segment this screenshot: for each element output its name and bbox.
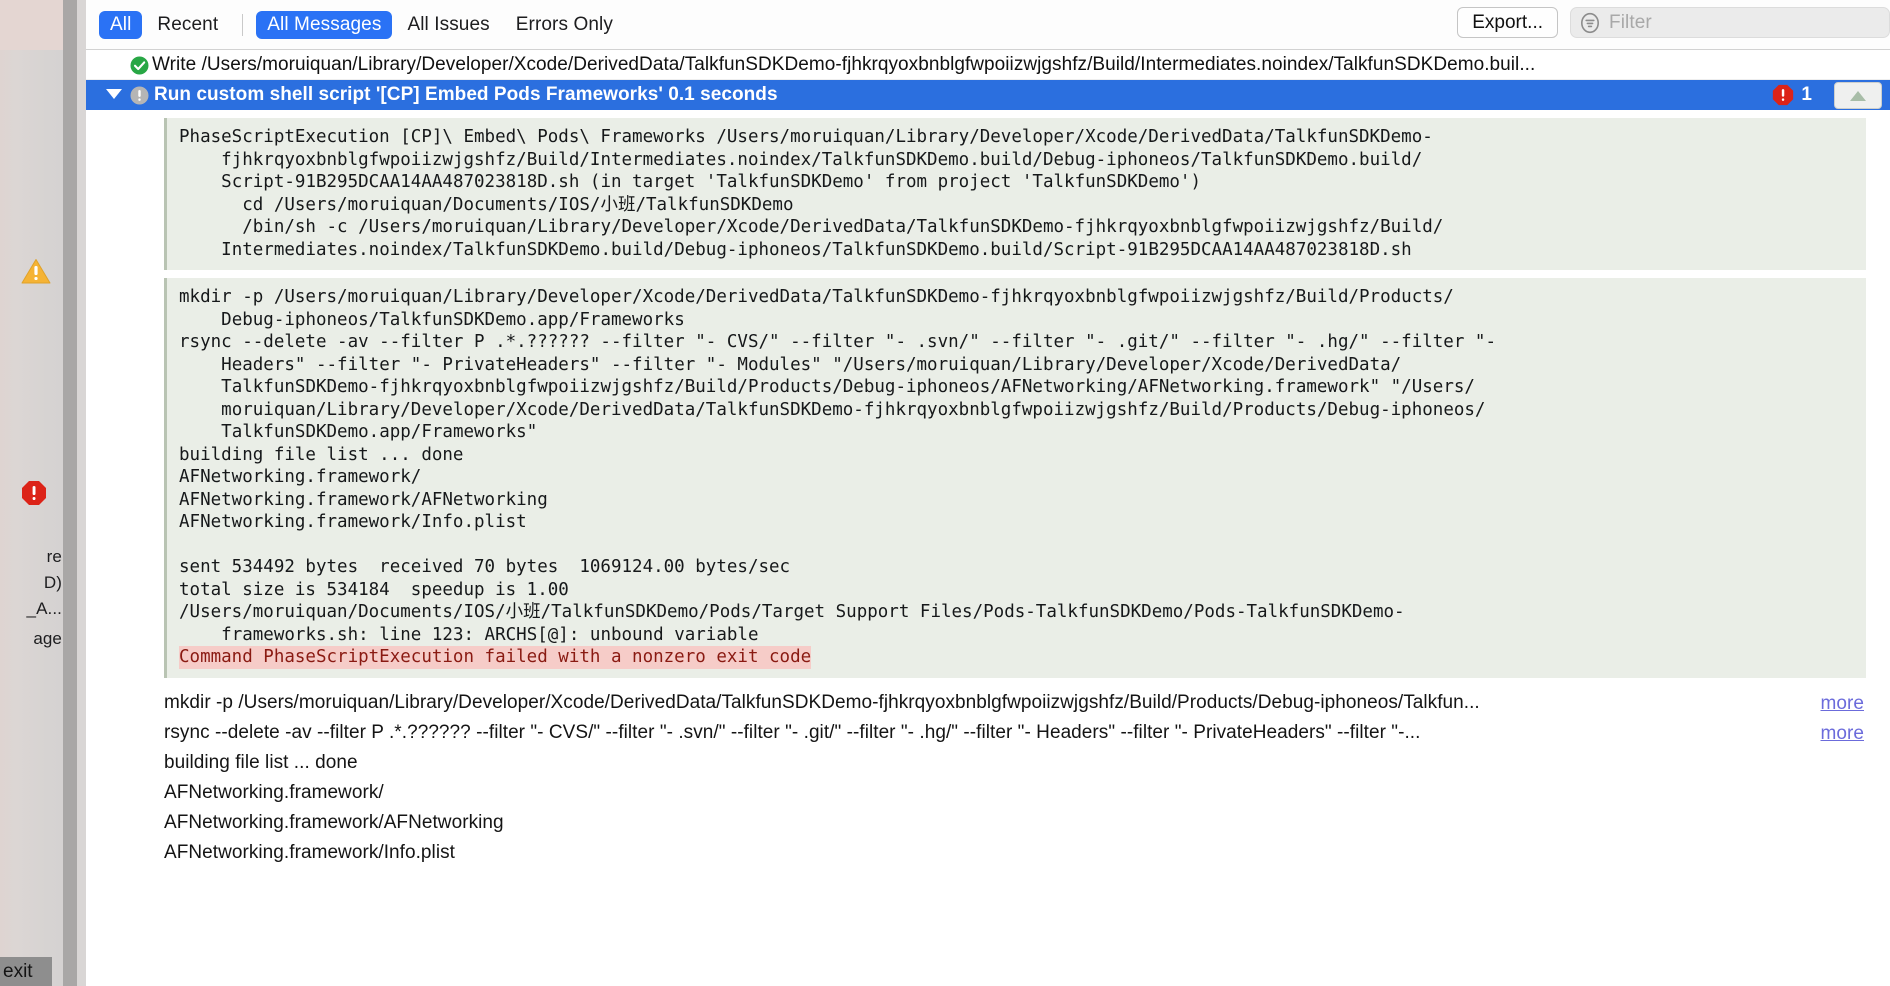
adjacent-pane-gutter: re D) _A... age exit <box>0 0 86 986</box>
disclosure-triangle-down-icon[interactable] <box>106 89 122 99</box>
gutter-clipped-line: age <box>33 629 62 648</box>
filter-tab-all[interactable]: All <box>99 10 143 39</box>
error-count-badge: 1 <box>1772 84 1812 106</box>
gutter-clipped-line: _A... <box>26 599 62 618</box>
warning-triangle-icon[interactable] <box>21 258 51 290</box>
export-button[interactable]: Export... <box>1457 7 1558 38</box>
console-error-line: Command PhaseScriptExecution failed with… <box>179 646 812 669</box>
console-output-block-2-text: mkdir -p /Users/moruiquan/Library/Develo… <box>179 287 1496 645</box>
log-row-write-text: Write /Users/moruiquan/Library/Developer… <box>152 53 1536 75</box>
gutter-scrollbar-thumb[interactable] <box>63 0 77 986</box>
filter-tab-all-issues[interactable]: All Issues <box>396 11 500 39</box>
log-row-script-text: Run custom shell script '[CP] Embed Pods… <box>154 84 778 105</box>
gutter-clipped-line: re <box>46 547 62 566</box>
plain-log-rows: mkdir -p /Users/moruiquan/Library/Develo… <box>86 688 1890 868</box>
plain-log-row-text: AFNetworking.framework/Info.plist <box>164 841 455 863</box>
error-octagon-icon <box>1773 84 1794 106</box>
plain-log-row-text: AFNetworking.framework/AFNetworking <box>164 811 504 833</box>
triangle-up-icon <box>1850 90 1866 101</box>
filter-tab-all-messages[interactable]: All Messages <box>256 10 393 39</box>
plain-log-row-text: rsync --delete -av --filter P .*.?????? … <box>164 721 1421 743</box>
console-output-block-2: mkdir -p /Users/moruiquan/Library/Develo… <box>164 278 1866 678</box>
more-link[interactable]: more <box>1821 693 1865 715</box>
plain-log-row[interactable]: rsync --delete -av --filter P .*.?????? … <box>164 718 1874 748</box>
error-octagon-icon[interactable] <box>21 480 47 511</box>
log-row-run-custom-shell-script[interactable]: Run custom shell script '[CP] Embed Pods… <box>86 80 1890 110</box>
plain-log-row[interactable]: AFNetworking.framework/ <box>164 778 1874 808</box>
plain-log-row-text: building file list ... done <box>164 751 358 773</box>
log-row-write[interactable]: Write /Users/moruiquan/Library/Developer… <box>86 50 1890 80</box>
success-check-icon <box>130 56 149 79</box>
console-output-block-1: PhaseScriptExecution [CP]\ Embed\ Pods\ … <box>164 118 1866 270</box>
gutter-clipped-line: D) <box>43 573 62 592</box>
plain-log-row[interactable]: AFNetworking.framework/Info.plist <box>164 838 1874 868</box>
filter-input-field[interactable]: Filter <box>1570 7 1890 38</box>
filter-input-placeholder[interactable]: Filter <box>1609 12 1652 34</box>
toolbar-divider <box>242 13 244 36</box>
plain-log-row[interactable]: mkdir -p /Users/moruiquan/Library/Develo… <box>164 688 1874 718</box>
more-link[interactable]: more <box>1821 723 1865 745</box>
filter-tab-errors-only[interactable]: Errors Only <box>505 11 624 39</box>
plain-log-row-text: AFNetworking.framework/ <box>164 781 384 803</box>
plain-log-row[interactable]: building file list ... done <box>164 748 1874 778</box>
plain-log-row[interactable]: AFNetworking.framework/AFNetworking <box>164 808 1874 838</box>
filter-tab-recent[interactable]: Recent <box>146 11 229 39</box>
exit-chip: exit <box>0 957 52 986</box>
build-log-pane: All Recent All Messages All Issues Error… <box>86 0 1890 986</box>
build-log-toolbar: All Recent All Messages All Issues Error… <box>86 0 1890 50</box>
error-count-label: 1 <box>1801 84 1812 105</box>
plain-log-row-text: mkdir -p /Users/moruiquan/Library/Develo… <box>164 691 1480 713</box>
scroll-up-button[interactable] <box>1834 82 1882 109</box>
warning-circle-icon <box>130 86 149 110</box>
gutter-scrollbar-track[interactable] <box>77 0 86 986</box>
filter-icon <box>1579 12 1601 34</box>
